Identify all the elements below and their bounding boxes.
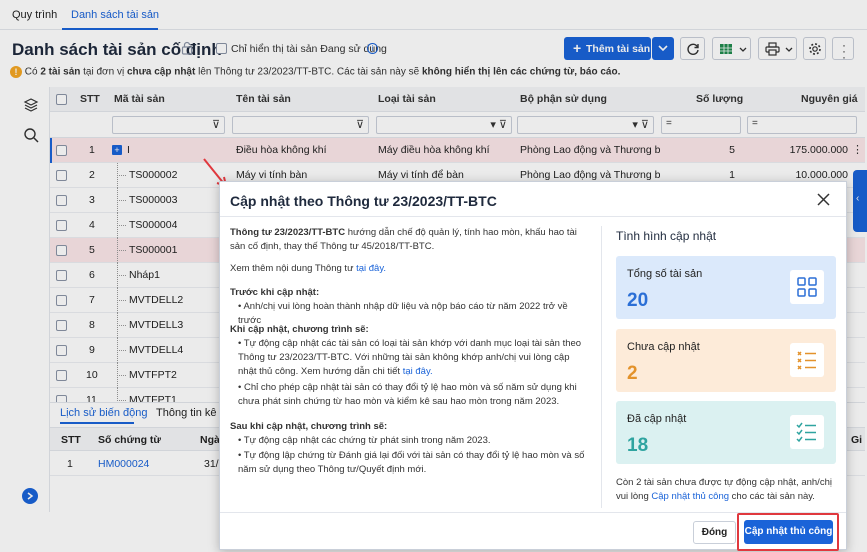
intro-paragraph: Thông tư 23/2023/TT-BTC hướng dẫn chế độ… [230,226,590,254]
during-title: Khi cập nhật, chương trình sẽ: [230,324,369,335]
checklist-done-icon [790,415,824,449]
before-title: Trước khi cập nhật: [230,287,320,298]
checklist-pending-icon [790,343,824,377]
manual-update-link[interactable]: Cập nhật thủ công [651,491,729,502]
status-card-label: Chưa cập nhật [627,341,700,353]
grid-icon [790,270,824,304]
status-title: Tình hình cập nhật [616,229,717,243]
dialog-column-divider [601,226,602,508]
after-item-1-text: Tự động cập nhật các chứng từ phát sinh … [243,435,491,446]
during-item-1: • Tự động cập nhật các tài sản có loại t… [238,338,582,377]
during-item-2: • Chỉ cho phép cập nhật tài sản có thay … [238,382,577,407]
status-card: Đã cập nhật 18 [616,401,836,464]
see-more-paragraph: Xem thêm nội dung Thông tư tại đây. [230,262,590,276]
after-item-1: • Tự động cập nhật các chứng từ phát sin… [238,435,491,446]
during-item-2-text: Chỉ cho phép cập nhật tài sản có thay đổ… [238,382,577,407]
status-card: Tổng số tài sản 20 [616,256,836,319]
intro-bold: Thông tư 23/2023/TT-BTC [230,227,346,238]
status-card-value: 2 [627,363,638,384]
status-card: Chưa cập nhật 2 [616,329,836,392]
manual-update-button[interactable]: Cập nhật thủ công [744,520,833,544]
guide-link[interactable]: tại đây. [403,366,433,377]
status-card-value: 20 [627,290,649,311]
manual-update-note: Còn 2 tài sản chưa được tự động cập nhật… [616,476,838,504]
status-card-value: 18 [627,435,649,456]
see-more-text: Xem thêm nội dung Thông tư [230,263,357,274]
note-text: cho các tài sản này. [729,491,815,502]
close-button[interactable]: Đóng [693,521,736,544]
close-icon[interactable] [817,193,830,206]
dialog-divider [220,216,846,217]
after-title: Sau khi cập nhật, chương trình sẽ: [230,421,388,432]
status-card-label: Đã cập nhật [627,413,687,425]
after-item-2: • Tự động lập chứng từ Đánh giá lại đối … [238,450,585,475]
after-item-2-text: Tự động lập chứng từ Đánh giá lại đối vớ… [238,450,585,475]
dialog-title: Cập nhật theo Thông tư 23/2023/TT-BTC [230,193,497,209]
status-card-label: Tổng số tài sản [627,268,703,280]
update-dialog: Cập nhật theo Thông tư 23/2023/TT-BTC Th… [219,181,847,551]
see-more-link[interactable]: tại đây. [356,263,386,274]
